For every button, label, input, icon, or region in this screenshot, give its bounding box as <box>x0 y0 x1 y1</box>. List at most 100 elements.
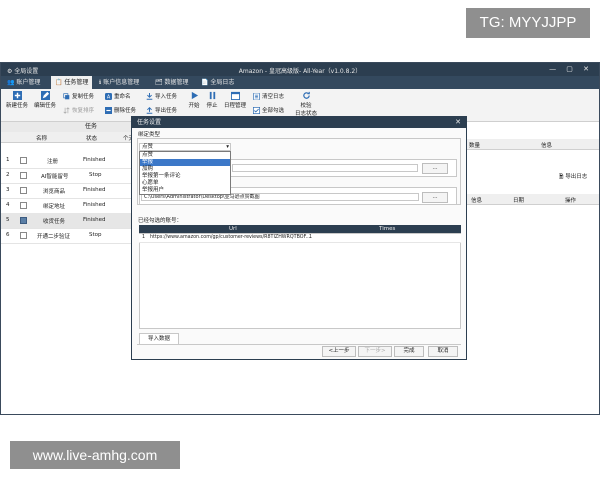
chevron-down-icon: ▾ <box>226 144 229 150</box>
row-checkbox[interactable] <box>20 217 27 224</box>
row-checkbox[interactable] <box>20 232 27 239</box>
row-name: AI智能留号 <box>41 174 69 180</box>
col-name[interactable]: 名称 <box>36 134 47 142</box>
copy-icon <box>63 93 70 100</box>
import-task-button[interactable]: 导入任务 <box>146 92 177 100</box>
dropdown-option[interactable]: 举报用户 <box>140 187 230 194</box>
export-log-label: 导出日志 <box>565 174 588 180</box>
edit-task-button[interactable]: 编辑任务 <box>33 91 57 109</box>
schedule-button[interactable]: 日程管理 <box>223 91 247 109</box>
row-status: Finished <box>83 187 106 193</box>
col-count[interactable]: 数量 <box>469 141 480 149</box>
row-name: 绑定地址 <box>43 204 66 210</box>
row-status: Finished <box>83 217 106 223</box>
nav-bar: 👥 账户管理 📋 任务管理 ℹ 账户信息管理 🗂 数据管理 📄 全局日志 <box>1 76 599 89</box>
accounts-grid-header: Url Times <box>139 225 461 233</box>
clear-log-label: 清空日志 <box>262 94 285 100</box>
calendar-icon <box>230 91 240 100</box>
row-checkbox[interactable] <box>20 157 27 164</box>
finish-button[interactable]: 完成 <box>394 346 424 357</box>
import-icon <box>146 93 153 100</box>
col-action[interactable]: 操作 <box>565 196 576 204</box>
dropdown-option[interactable]: 点赞 <box>140 152 230 159</box>
delete-task-label: 删除任务 <box>114 108 137 114</box>
row-num: 5 <box>6 217 10 223</box>
select-all-label: 全部勾选 <box>262 108 285 114</box>
new-task-button[interactable]: 新建任务 <box>6 91 28 109</box>
log-icon <box>253 93 260 100</box>
row-num: 3 <box>6 187 10 193</box>
col-info[interactable]: 信息 <box>541 141 552 149</box>
cancel-button[interactable]: 取消 <box>428 346 458 357</box>
copy-task-button[interactable]: 复制任务 <box>63 92 94 100</box>
row-checkbox[interactable] <box>20 202 27 209</box>
file-input-1[interactable] <box>232 164 418 172</box>
restore-order-button[interactable]: 恢复排序 <box>63 106 94 114</box>
col-date[interactable]: 日期 <box>513 196 524 204</box>
row-status: Finished <box>83 202 106 208</box>
row-times: 1 <box>309 235 313 240</box>
dropdown-option[interactable]: 举报第一条评论 <box>140 173 230 180</box>
row-checkbox[interactable] <box>20 172 27 179</box>
start-button[interactable]: 开始 <box>187 91 201 109</box>
row-name: 收货任务 <box>43 219 66 225</box>
stop-button[interactable]: 停止 <box>205 91 219 109</box>
row-num: 1 <box>142 235 146 240</box>
tab-task-management[interactable]: 📋 任务管理 <box>51 76 93 89</box>
col-url[interactable]: Url <box>229 226 237 232</box>
browse-button-2[interactable]: ... <box>422 192 448 203</box>
plus-icon <box>12 91 22 100</box>
prev-button[interactable]: <上一步 <box>322 346 356 357</box>
play-icon <box>191 91 198 100</box>
right-bottom-header: 信息 日期 操作 <box>467 194 599 205</box>
type-select[interactable]: 点赞 ▾ <box>139 143 231 151</box>
row-status: Finished <box>83 157 106 163</box>
task-settings-dialog: 任务设置 ✕ 绑定类型 点赞 ▾ 点赞 举报 加购 举报第一条评论 心愿单 举报… <box>131 116 467 360</box>
tab-import-data[interactable]: 导入数据 <box>139 333 179 344</box>
check-all-icon <box>253 107 260 114</box>
browse-button-1[interactable]: ... <box>422 163 448 174</box>
tab-label: 账户管理 <box>16 79 41 86</box>
row-num: 6 <box>6 232 10 238</box>
title-bar: ⚙ 全局设置 Amazon - 皇冠高级版- All-Year（v1.0.8.2… <box>1 63 599 76</box>
type-select-value: 点赞 <box>142 144 154 150</box>
rename-button[interactable]: A 重命名 <box>105 92 131 100</box>
col-info-2[interactable]: 信息 <box>471 196 482 204</box>
verify-log-label: 校验 <box>300 103 312 109</box>
row-num: 2 <box>6 172 10 178</box>
edit-icon <box>40 91 50 100</box>
tab-account-management[interactable]: 👥 账户管理 <box>3 76 44 89</box>
table-row[interactable]: 1 https://www.amazon.com/gp/customer-rev… <box>139 234 461 243</box>
export-log-button[interactable]: 🗎 导出日志 <box>559 172 587 182</box>
delete-task-button[interactable]: 删除任务 <box>105 106 136 114</box>
divider <box>137 344 461 345</box>
accounts-label: 已经勾选的账号： <box>138 218 183 224</box>
window-controls[interactable]: — ▢ ✕ <box>549 65 593 73</box>
pause-icon <box>209 91 215 100</box>
col-status[interactable]: 状态 <box>86 134 97 142</box>
dropdown-option[interactable]: 举报 <box>140 159 230 166</box>
restore-order-label: 恢复排序 <box>72 108 95 114</box>
refresh-icon <box>302 91 310 99</box>
row-num: 4 <box>6 202 10 208</box>
col-times[interactable]: Times <box>379 226 395 232</box>
row-checkbox[interactable] <box>20 187 27 194</box>
edit-task-label: 编辑任务 <box>33 103 56 109</box>
sort-icon <box>63 107 70 114</box>
stop-label: 停止 <box>206 103 218 109</box>
next-button[interactable]: 下一步> <box>358 346 392 357</box>
clear-log-button[interactable]: 清空日志 <box>253 92 284 100</box>
dropdown-option[interactable]: 加购 <box>140 166 230 173</box>
tab-label: 数据管理 <box>164 79 189 86</box>
verify-log-button[interactable]: 校验 日志状态 <box>293 91 319 117</box>
tab-data-management[interactable]: 🗂 数据管理 <box>151 76 193 89</box>
tab-global-log[interactable]: 📄 全局日志 <box>197 76 238 89</box>
dropdown-option[interactable]: 心愿单 <box>140 180 230 187</box>
close-icon[interactable]: ✕ <box>455 117 461 128</box>
copy-task-label: 复制任务 <box>72 94 95 100</box>
export-log-icon: 🗎 <box>559 174 564 180</box>
tab-label: 账户信息管理 <box>103 79 140 86</box>
export-task-button[interactable]: 导出任务 <box>146 106 177 114</box>
tab-account-info[interactable]: ℹ 账户信息管理 <box>95 76 143 89</box>
select-all-button[interactable]: 全部勾选 <box>253 106 284 114</box>
